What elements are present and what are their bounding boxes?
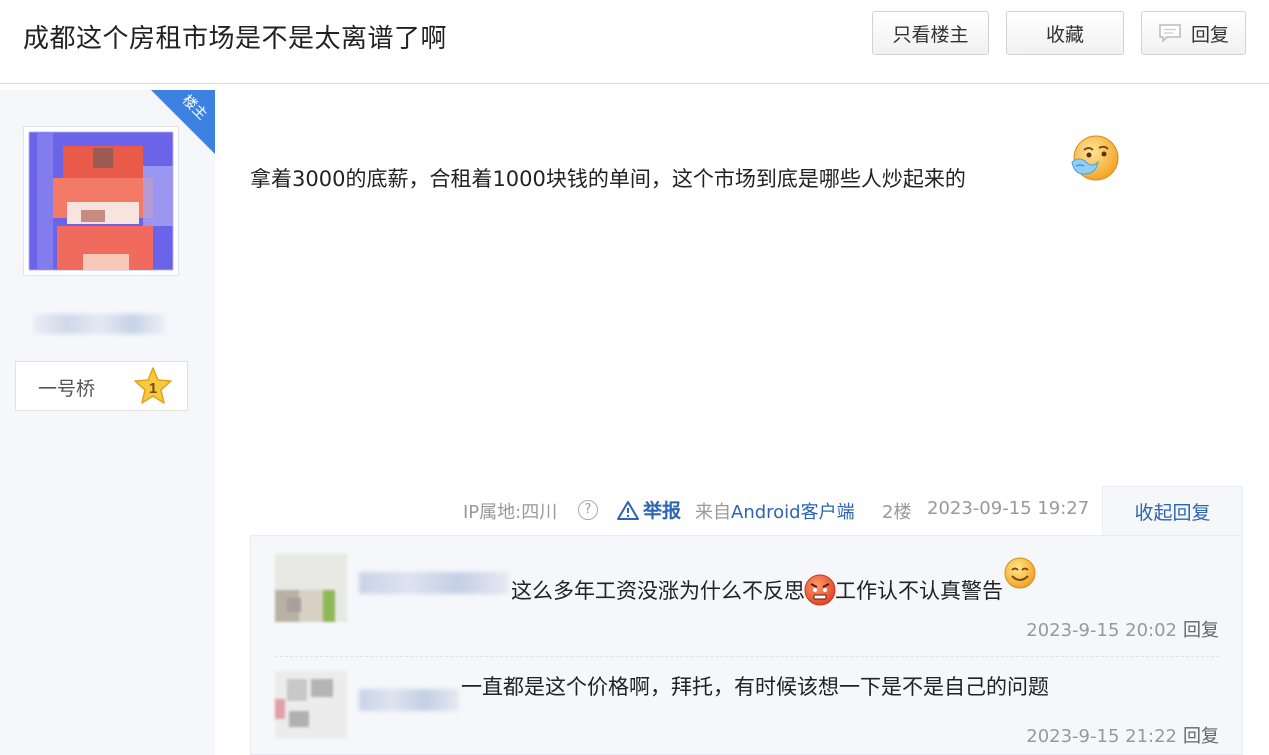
reply-text: 这么多年工资没涨为什么不反思 工作认不认真警告 (511, 557, 1037, 607)
author-avatar[interactable] (23, 126, 179, 276)
svg-text:1: 1 (149, 380, 157, 397)
reply-time: 2023-9-15 21:22 (1026, 726, 1177, 747)
author-username-blurred[interactable] (34, 314, 166, 334)
level-badge[interactable]: 一号桥 1 (15, 361, 188, 411)
avatar[interactable] (275, 671, 347, 739)
report-label: 举报 (643, 500, 682, 522)
reply-to-comment-button[interactable]: 回复 (1183, 620, 1219, 641)
reply-text-part: 工作认不认真警告 (835, 579, 1003, 603)
angry-emoji-icon (804, 574, 836, 606)
reply-text-part: 这么多年工资没涨为什么不反思 (511, 579, 805, 603)
ip-location: IP属地:四川 (463, 502, 558, 523)
list-item: 一直都是这个价格啊，拜托，有时候该想一下是不是自己的问题 2023-9-15 2… (275, 671, 1219, 755)
reply-button-label: 回复 (1190, 23, 1229, 46)
report-link[interactable]: 举报 (617, 496, 681, 523)
favorite-button[interactable]: 收藏 (1006, 11, 1124, 55)
sick-emoji-icon (1071, 135, 1119, 181)
post-content: 拿着3000的底薪，合租着1000块钱的单间，这个市场到底是哪些人炒起来的 (250, 167, 966, 191)
reply-bubble-icon (1159, 24, 1181, 42)
reply-meta: 2023-9-15 21:22 回复 (1026, 722, 1219, 748)
collapse-replies-button[interactable]: 收起回复 (1102, 486, 1243, 536)
source-prefix: 来自 (695, 502, 731, 523)
post-source: 来自Android客户端 (695, 498, 855, 524)
smile-emoji-icon (1004, 557, 1036, 589)
question-icon[interactable]: ? (578, 500, 598, 520)
only-owner-button[interactable]: 只看楼主 (872, 11, 989, 55)
list-item: 这么多年工资没涨为什么不反思 工作认不认真警告 2023-9-15 20:02 回… (275, 554, 1219, 657)
author-column: 楼主 一号桥 1 (0, 90, 215, 755)
warning-icon (617, 500, 639, 520)
star-level-icon: 1 (134, 367, 172, 404)
reply-meta: 2023-9-15 20:02 回复 (1026, 616, 1219, 642)
level-name: 一号桥 (38, 378, 96, 400)
thread-header: 成都这个房租市场是不是太离谱了啊 只看楼主 收藏 回复 (0, 0, 1269, 84)
reply-text: 一直都是这个价格啊，拜托，有时候该想一下是不是自己的问题 (461, 675, 1049, 699)
reply-time: 2023-9-15 20:02 (1026, 620, 1177, 641)
reply-username-blurred[interactable] (359, 572, 509, 594)
reply-button[interactable]: 回复 (1141, 11, 1246, 55)
source-app-link[interactable]: Android客户端 (731, 502, 855, 523)
floor-number: 2楼 (882, 502, 912, 523)
thread-title: 成都这个房租市场是不是太离谱了啊 (23, 24, 448, 54)
reply-list: 这么多年工资没涨为什么不反思 工作认不认真警告 2023-9-15 20:02 回… (250, 535, 1243, 755)
avatar[interactable] (275, 554, 347, 622)
reply-to-comment-button[interactable]: 回复 (1183, 726, 1219, 747)
post-time: 2023-09-15 19:27 (927, 498, 1090, 519)
reply-username-blurred[interactable] (359, 689, 459, 711)
